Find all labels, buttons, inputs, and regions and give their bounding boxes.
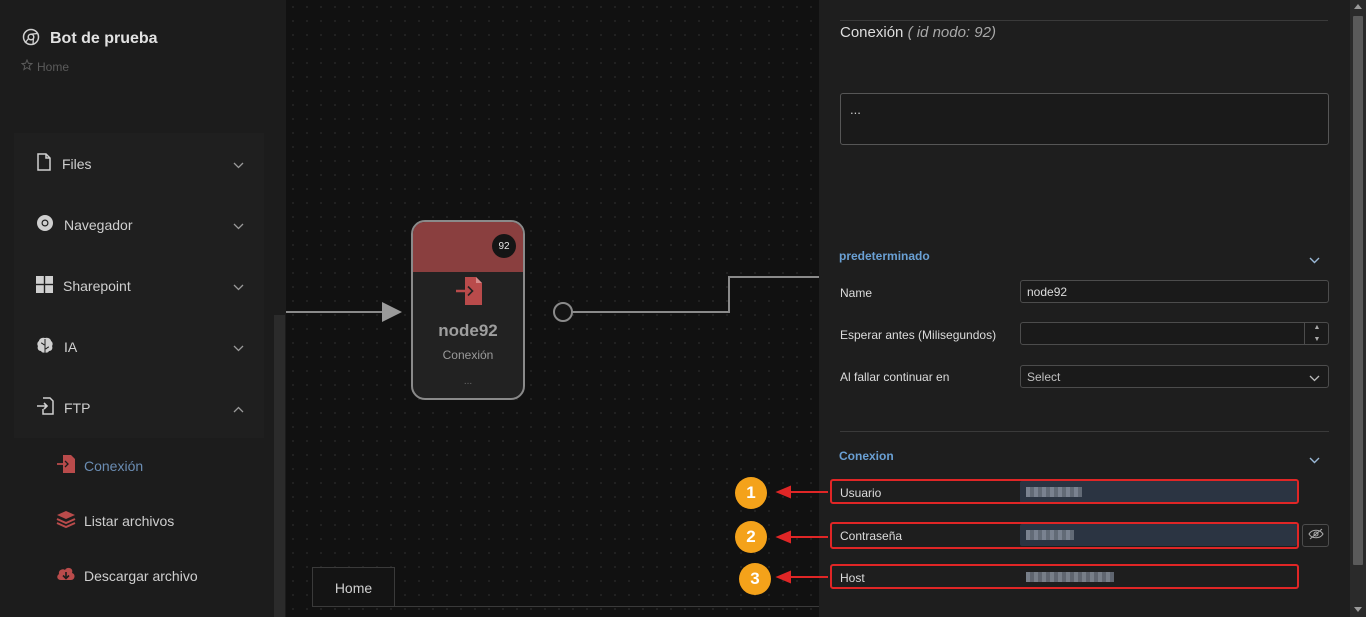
annotation-marker-1: 1 [735,477,767,509]
toggle-password-button[interactable] [1302,524,1329,547]
chevron-down-icon [233,340,244,355]
sidebar-item-label: FTP [64,399,91,416]
annotation-box-usuario [830,479,1299,504]
fail-select-value: Select [1027,370,1061,384]
brand-title: Bot de prueba [50,29,158,47]
section-conexion[interactable]: Conexion [839,449,894,463]
chrome-icon [22,28,40,49]
cloud-download-icon [56,565,76,586]
sidebar-item-sharepoint[interactable]: Sharepoint [14,255,264,316]
panel-title: Conexión ( id nodo: 92) [840,24,996,41]
windows-icon [36,275,53,296]
wait-input[interactable] [1020,322,1329,345]
sidebar-item-label: Files [62,155,92,172]
tab-bar-divider [312,606,819,607]
chevron-down-icon [233,157,244,172]
properties-panel: Conexión ( id nodo: 92) ... predetermina… [819,0,1350,617]
sidebar-item-label: IA [64,338,78,355]
scroll-up-icon[interactable] [1354,4,1362,9]
sidebar-item-files[interactable]: Files [14,133,264,194]
panel-title-id: ( id nodo: 92) [907,24,996,41]
sidebar-scrollbar[interactable] [274,315,285,617]
sidebar-subitem-descargar[interactable]: Descargar archivo [14,548,264,603]
stepper-up-icon[interactable]: ▲ [1305,322,1329,334]
brain-icon [36,337,54,357]
annotation-box-contrasena [830,522,1299,549]
eye-slash-icon [1307,528,1324,543]
panel-scrollbar[interactable] [1350,0,1366,617]
node-id-badge: 92 [492,234,516,258]
star-icon [20,58,34,74]
annotation-marker-2: 2 [735,521,767,553]
scroll-down-icon[interactable] [1354,607,1362,612]
name-input[interactable] [1020,280,1329,303]
description-textarea[interactable]: ... [840,93,1329,145]
chevron-down-icon[interactable] [1309,252,1320,267]
sidebar-subitem-listar[interactable]: Listar archivos [14,493,264,548]
tab-home[interactable]: Home [312,567,395,607]
chevron-down-icon [233,279,244,294]
breadcrumb-home: Home [37,59,70,74]
node-header: 92 [413,222,523,272]
node-title: node92 [438,321,498,340]
file-icon [36,153,52,174]
sidebar-item-label: Descargar archivo [84,567,198,584]
divider [840,431,1329,432]
sidebar-item-navegador[interactable]: Navegador [14,194,264,255]
chevron-down-icon [233,218,244,233]
annotation-marker-3: 3 [739,563,771,595]
name-label: Name [840,286,873,300]
sidebar-item-ftp[interactable]: FTP [14,377,264,438]
sidebar: Bot de prueba Home Files Navegador Share [0,0,286,617]
brand[interactable]: Bot de prueba [22,28,158,49]
wait-stepper[interactable]: ▲ ▼ [1304,322,1329,345]
divider [840,20,1328,21]
fail-label: Al fallar continuar en [840,370,950,384]
chevron-up-icon [233,401,244,416]
scroll-thumb[interactable] [1353,16,1363,565]
sidebar-item-label: Sharepoint [63,277,131,294]
sidebar-subitem-conexion[interactable]: Conexión [14,438,264,493]
flow-node[interactable]: 92 node92 Conexión ... [411,220,525,400]
chevron-down-icon [1309,371,1320,385]
panel-title-text: Conexión [840,24,904,41]
sidebar-item-label: Conexión [84,457,144,474]
annotation-box-host [830,564,1299,589]
chrome-icon [36,214,54,235]
chevron-down-icon[interactable] [1309,452,1320,467]
login-icon [56,454,76,477]
sidebar-item-label: Listar archivos [84,512,175,529]
wait-label: Esperar antes (Milisegundos) [840,328,997,342]
node-description: ... [463,376,473,387]
node-subtitle: Conexión [442,348,494,362]
sidebar-item-ia[interactable]: IA [14,316,264,377]
sidebar-menu: Files Navegador Sharepoint IA FTP Conexi… [14,133,264,603]
login-icon [36,397,54,418]
layers-icon [56,509,76,532]
sidebar-item-label: Navegador [64,216,133,233]
login-icon [455,276,483,309]
breadcrumb[interactable]: Home [20,58,70,74]
section-predeterminado[interactable]: predeterminado [839,249,930,263]
fail-select[interactable]: Select [1020,365,1329,388]
stepper-down-icon[interactable]: ▼ [1305,334,1329,346]
